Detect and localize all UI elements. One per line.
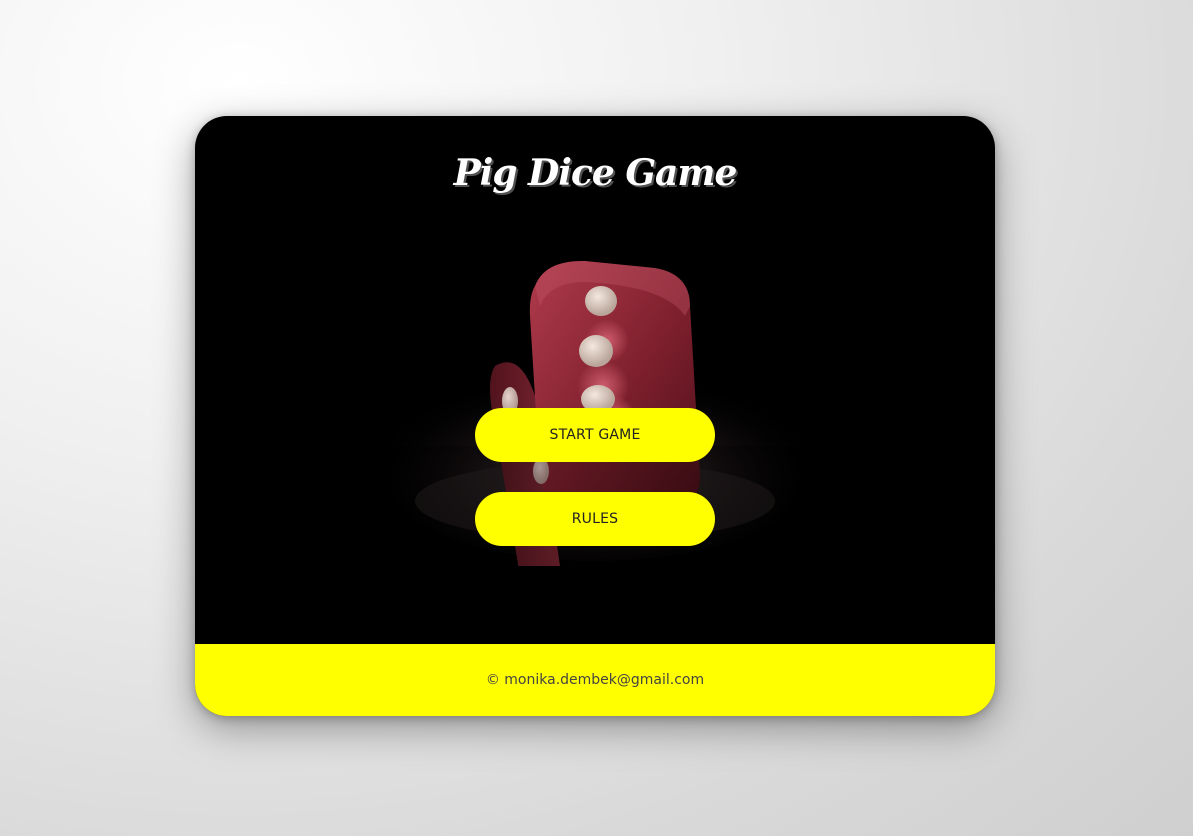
footer-copyright: © monika.dembek@gmail.com xyxy=(485,672,705,688)
page-title: Pig Dice Game xyxy=(453,152,738,194)
rules-button[interactable]: RULES xyxy=(475,492,715,546)
footer: © monika.dembek@gmail.com xyxy=(195,644,995,716)
start-game-button[interactable]: START GAME xyxy=(475,408,715,462)
game-card: Pig Dice Game START GAME RULES © monika.… xyxy=(195,116,995,716)
